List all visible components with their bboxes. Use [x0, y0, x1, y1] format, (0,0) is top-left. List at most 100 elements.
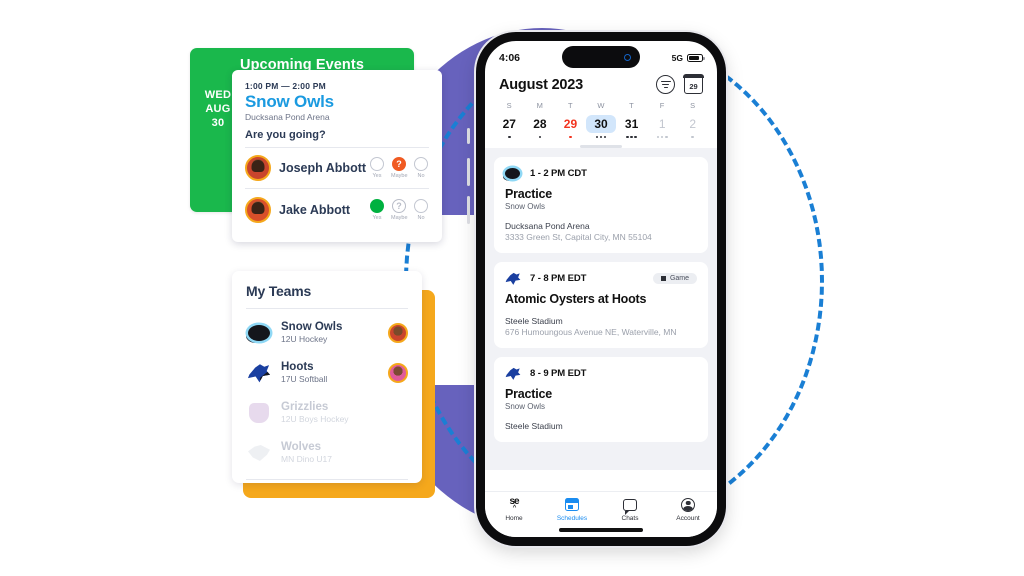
event-card[interactable]: 8 - 9 PM EDT Practice Snow Owls Steele S… — [494, 357, 708, 442]
rsvp-option-no[interactable]: No — [413, 198, 429, 221]
phone-volume-up-button[interactable] — [467, 158, 470, 186]
status-right: 5G — [672, 53, 705, 63]
day-of-week: M — [536, 101, 544, 110]
team-list-item[interactable]: Hoots 17U Softball — [246, 353, 408, 393]
rsvp-yes-circle[interactable] — [370, 157, 384, 171]
phone-mute-switch[interactable] — [467, 128, 470, 144]
event-address: 676 Humoungous Avenue NE, Waterville, MN — [505, 327, 677, 337]
event-place: Steele Stadium — [505, 421, 563, 431]
se-logo-icon: se ^ — [509, 496, 519, 512]
app-header: August 2023 29 — [485, 71, 717, 94]
team-list-item[interactable]: Snow Owls 12U Hockey — [246, 313, 408, 353]
event-card[interactable]: 7 - 8 PM EDT Game Atomic Oysters at Hoot… — [494, 262, 708, 348]
tab-account[interactable]: Account — [659, 496, 717, 522]
battery-icon — [687, 53, 705, 63]
day-event-dots — [494, 134, 525, 140]
week-day-cell[interactable]: S 2 — [677, 101, 708, 140]
phone-volume-down-button[interactable] — [467, 196, 470, 224]
hockey-puck-owl-logo-icon — [246, 320, 272, 346]
team-text: Snow Owls 12U Hockey — [281, 321, 388, 345]
day-number: 27 — [502, 117, 516, 131]
rsvp-yes-circle[interactable] — [370, 198, 384, 213]
day-number: 29 — [563, 117, 578, 131]
rsvp-option-yes[interactable]: Yes — [369, 198, 385, 221]
rsvp-event-venue: Ducksana Pond Arena — [245, 112, 330, 122]
event-place: Ducksana Pond Arena — [505, 221, 590, 231]
avatar — [245, 155, 271, 181]
day-of-week: S — [506, 101, 512, 110]
team-list-item[interactable]: Grizzlies 12U Boys Hockey — [246, 393, 408, 433]
day-event-dots — [677, 134, 708, 140]
blue-bird-logo-icon — [505, 271, 522, 286]
rsvp-yes-label: Yes — [372, 173, 382, 179]
home-indicator[interactable] — [559, 528, 643, 532]
dynamic-island — [562, 46, 640, 68]
calendar-icon-day: 29 — [689, 82, 698, 91]
hockey-puck-owl-logo-icon — [505, 166, 522, 181]
day-of-week: T — [568, 101, 573, 110]
event-title: Practice — [505, 387, 553, 401]
day-of-week: W — [597, 101, 605, 110]
filter-icon[interactable] — [656, 75, 675, 94]
week-strip: S 27 M 28 T 29 W 30 T 31 F 1 S 2 — [485, 94, 717, 140]
avatar — [388, 363, 408, 383]
team-text: Grizzlies 12U Boys Hockey — [281, 401, 408, 425]
team-subtitle: 12U Boys Hockey — [281, 414, 349, 424]
page-title: August 2023 — [499, 76, 584, 93]
week-day-cell[interactable]: M 28 — [525, 101, 556, 140]
rsvp-no-label: No — [417, 173, 425, 179]
team-subtitle: 12U Hockey — [281, 334, 328, 344]
rsvp-option-maybe[interactable]: ? Maybe — [391, 198, 408, 221]
calendar-icon[interactable]: 29 — [683, 74, 704, 94]
day-event-dots — [616, 134, 647, 140]
day-of-week: S — [690, 101, 696, 110]
event-time: 7 - 8 PM EDT — [530, 273, 587, 284]
week-day-cell[interactable]: F 1 — [647, 101, 678, 140]
tab-account-label: Account — [676, 515, 700, 522]
day-event-dots — [586, 134, 617, 140]
team-name: Wolves — [281, 441, 322, 453]
divider — [246, 308, 408, 309]
rsvp-event-team[interactable]: Snow Owls — [245, 92, 429, 112]
team-name: Grizzlies — [281, 401, 329, 413]
tab-chats[interactable]: Chats — [601, 496, 659, 522]
divider — [246, 479, 408, 480]
event-title: Atomic Oysters at Hoots — [505, 292, 647, 306]
rsvp-maybe-label: Maybe — [391, 214, 408, 221]
rsvp-maybe-circle[interactable]: ? — [392, 198, 406, 213]
week-day-cell[interactable]: T 29 — [555, 101, 586, 140]
day-number: 1 — [658, 117, 666, 131]
day-number: 28 — [533, 117, 547, 131]
week-day-cell-selected[interactable]: W 30 — [585, 101, 617, 140]
my-teams-card: My Teams Snow Owls 12U Hockey Hoots 17U … — [232, 271, 422, 483]
rsvp-row: Joseph Abbott Yes ? Maybe No — [245, 148, 429, 189]
front-camera-icon — [624, 53, 631, 61]
schedule-feed[interactable]: 1 - 2 PM CDT Practice Snow Owls Ducksana… — [485, 148, 717, 470]
rsvp-option-no[interactable]: No — [413, 157, 429, 179]
tab-schedules-label: Schedules — [556, 515, 588, 522]
blue-bird-logo-icon — [246, 360, 272, 386]
rsvp-option-yes[interactable]: Yes — [369, 157, 385, 179]
status-badge-label: Game — [669, 275, 689, 282]
event-card[interactable]: 1 - 2 PM CDT Practice Snow Owls Ducksana… — [494, 157, 708, 253]
tab-schedules[interactable]: Schedules — [543, 496, 601, 522]
week-day-cell[interactable]: T 31 — [616, 101, 647, 140]
rsvp-no-circle[interactable] — [414, 198, 428, 213]
rsvp-row: Jake Abbott Yes ? Maybe No — [245, 189, 429, 230]
rsvp-option-maybe[interactable]: ? Maybe — [391, 157, 408, 179]
team-subtitle: 17U Softball — [281, 374, 328, 384]
tab-home-label: Home — [505, 515, 523, 522]
week-day-cell[interactable]: S 27 — [494, 101, 525, 140]
rsvp-no-circle[interactable] — [414, 157, 428, 171]
event-title: Practice — [505, 187, 553, 201]
team-list-item[interactable]: Wolves MN Dino U17 — [246, 433, 408, 473]
tab-home[interactable]: se ^ Home — [485, 496, 543, 523]
day-event-dots — [555, 134, 586, 140]
day-number: 31 — [624, 117, 639, 131]
rsvp-maybe-circle[interactable]: ? — [392, 157, 406, 171]
rsvp-options: Yes ? Maybe No — [369, 198, 429, 221]
phone-mockup: 4:06 5G August 2023 29 S 27 M 28 T 29 W … — [476, 32, 726, 546]
team-text: Wolves MN Dino U17 — [281, 441, 408, 465]
schedules-icon — [543, 496, 601, 513]
rsvp-options: Yes ? Maybe No — [369, 157, 429, 179]
